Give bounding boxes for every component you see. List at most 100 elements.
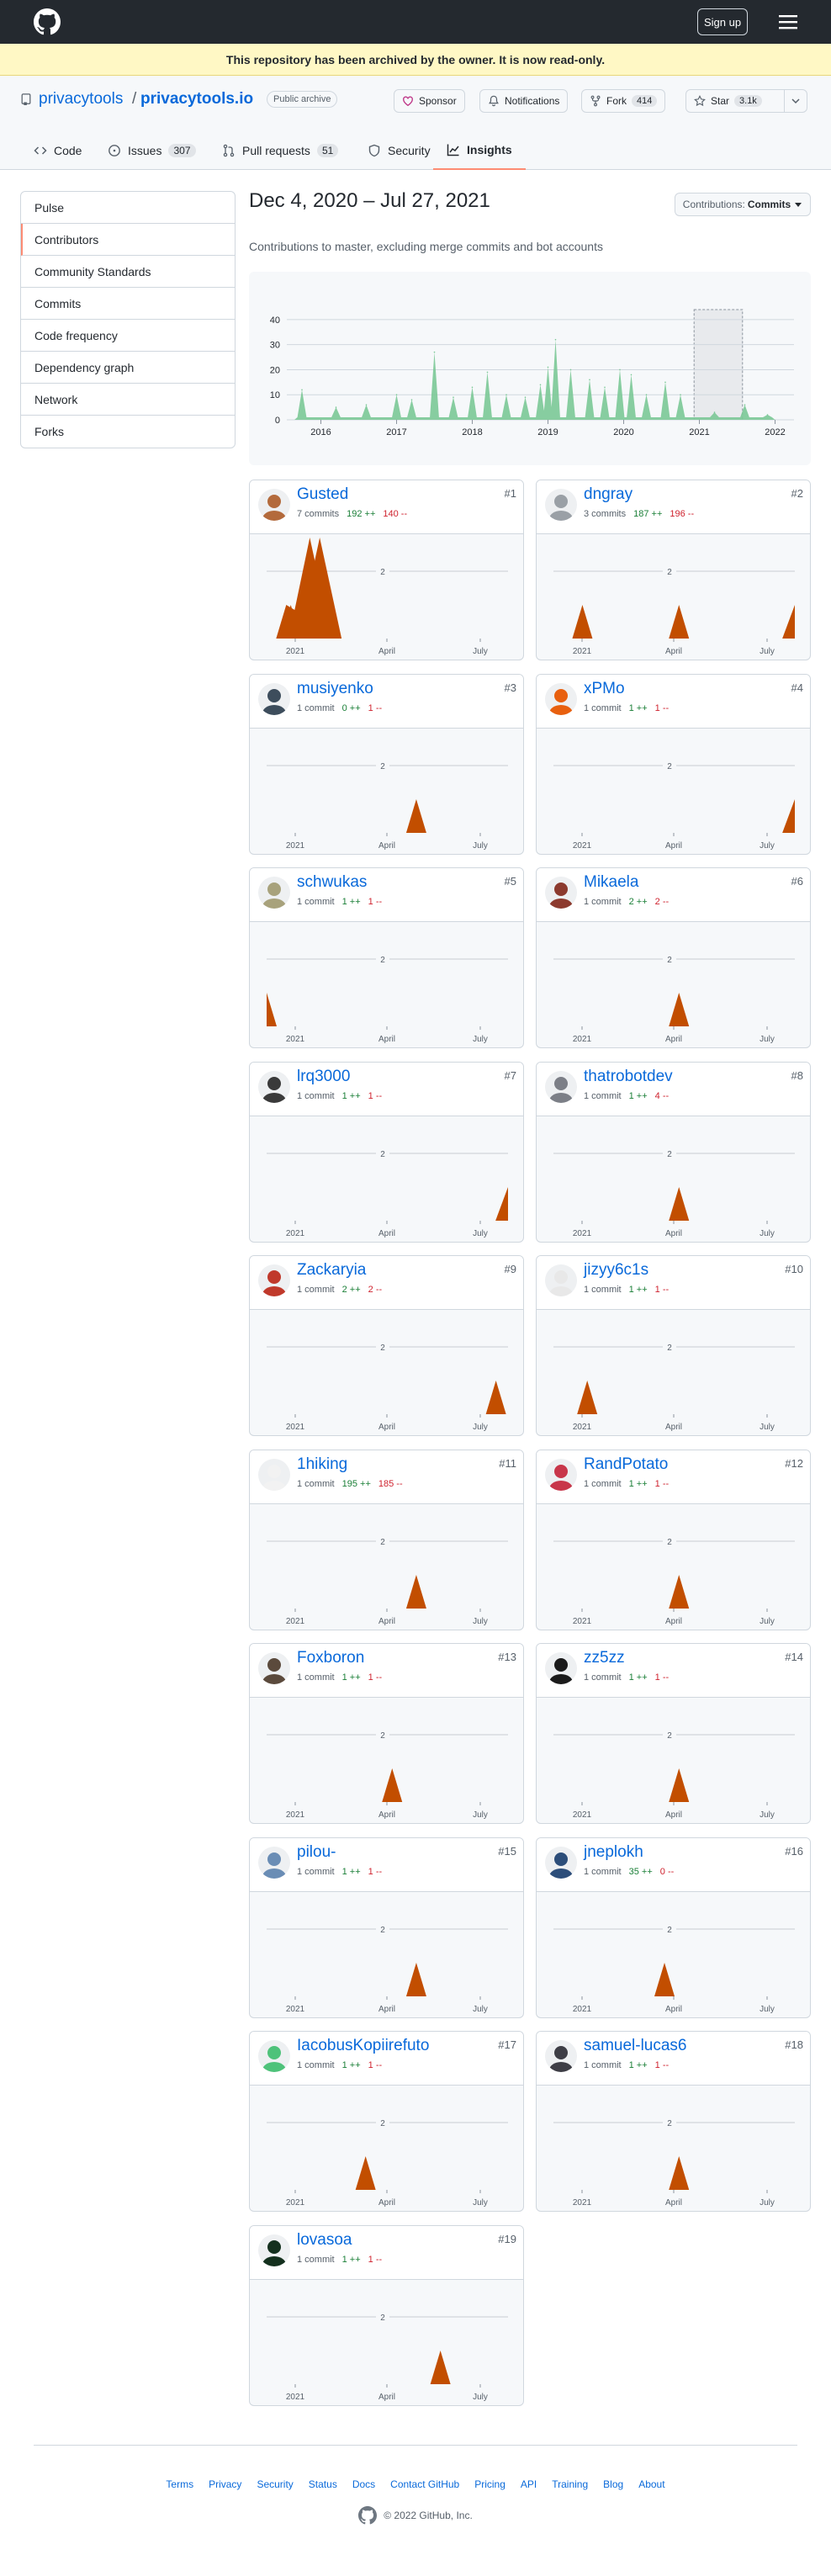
contributor-activity-chart[interactable]: 2 2021 April July [537, 1504, 810, 1630]
avatar[interactable] [545, 877, 577, 909]
contributor-name-link[interactable]: thatrobotdev [584, 1068, 673, 1086]
fork-button[interactable]: Fork 414 [581, 89, 666, 113]
footer-link-pricing[interactable]: Pricing [474, 2478, 505, 2490]
notifications-button[interactable]: Notifications [479, 89, 569, 113]
avatar[interactable] [258, 1458, 290, 1491]
contributor-activity-chart[interactable]: 2 2021 April July [250, 1504, 523, 1630]
avatar[interactable] [258, 877, 290, 909]
commit-count-link[interactable]: 1 commit [584, 1479, 622, 1489]
tab-insights[interactable]: Insights [433, 131, 526, 170]
avatar[interactable] [258, 1652, 290, 1684]
sidebar-item-pulse[interactable]: Pulse [21, 192, 235, 224]
commit-count-link[interactable]: 1 commit [584, 703, 622, 713]
commit-count-link[interactable]: 3 commits [584, 509, 626, 519]
contributor-name-link[interactable]: musiyenko [297, 680, 373, 698]
repo-name-link[interactable]: privacytools.io [140, 90, 253, 109]
contributor-activity-chart[interactable]: 2 2021 April July [537, 1892, 810, 2018]
contributor-activity-chart[interactable]: 2 2021 April July [250, 2086, 523, 2212]
contributor-activity-chart[interactable]: 2 2021 April July [250, 1116, 523, 1243]
star-list-dropdown[interactable] [784, 89, 807, 113]
avatar[interactable] [258, 1264, 290, 1296]
avatar[interactable] [545, 1264, 577, 1296]
github-logo-icon[interactable] [34, 8, 61, 35]
footer-link-api[interactable]: API [521, 2478, 537, 2490]
contributor-name-link[interactable]: jneplokh [584, 1843, 643, 1862]
avatar[interactable] [545, 1458, 577, 1491]
avatar[interactable] [258, 682, 290, 715]
contributor-activity-chart[interactable]: 2 2021 April July [537, 1310, 810, 1436]
contributor-activity-chart[interactable]: 2 2021 April July [250, 922, 523, 1048]
contributor-activity-chart[interactable]: 2 2021 April July [537, 1116, 810, 1243]
footer-link-contact[interactable]: Contact GitHub [390, 2478, 459, 2490]
commit-count-link[interactable]: 1 commit [297, 703, 335, 713]
contributor-name-link[interactable]: schwukas [297, 873, 367, 892]
star-button[interactable]: Star 3.1k [685, 89, 785, 113]
commit-count-link[interactable]: 1 commit [584, 1285, 622, 1295]
avatar[interactable] [258, 2040, 290, 2072]
avatar[interactable] [545, 682, 577, 715]
sidebar-item-contributors[interactable]: Contributors [21, 224, 235, 256]
commit-count-link[interactable]: 1 commit [297, 2255, 335, 2265]
contributor-name-link[interactable]: Zackaryia [297, 1261, 366, 1280]
contributor-name-link[interactable]: xPMo [584, 680, 625, 698]
contributor-activity-chart[interactable]: 2 2021 April July [537, 1698, 810, 1824]
footer-link-security[interactable]: Security [257, 2478, 293, 2490]
commit-count-link[interactable]: 1 commit [584, 1091, 622, 1101]
avatar[interactable] [258, 1846, 290, 1879]
contributor-name-link[interactable]: Mikaela [584, 873, 638, 892]
avatar[interactable] [545, 2040, 577, 2072]
contributor-name-link[interactable]: RandPotato [584, 1455, 668, 1474]
contributor-activity-chart[interactable]: 2 2021 April July [250, 534, 523, 660]
commit-count-link[interactable]: 1 commit [297, 1672, 335, 1683]
commit-count-link[interactable]: 7 commits [297, 509, 339, 519]
sidebar-item-dependency-graph[interactable]: Dependency graph [21, 352, 235, 384]
contributor-activity-chart[interactable]: 2 2021 April July [250, 729, 523, 855]
footer-link-docs[interactable]: Docs [352, 2478, 375, 2490]
sponsor-button[interactable]: Sponsor [394, 89, 465, 113]
contributor-name-link[interactable]: zz5zz [584, 1649, 625, 1667]
main-chart-svg[interactable]: 0 10 20 30 40 2016 2017 2018 2019 2020 2021 2022 [249, 272, 811, 465]
avatar[interactable] [545, 1070, 577, 1103]
avatar[interactable] [258, 1070, 290, 1103]
contributor-name-link[interactable]: dngray [584, 485, 633, 504]
contributor-activity-chart[interactable]: 2 2021 April July [537, 534, 810, 660]
contributor-name-link[interactable]: lovasoa [297, 2231, 352, 2250]
contributor-name-link[interactable]: lrq3000 [297, 1068, 350, 1086]
contributor-activity-chart[interactable]: 2 2021 April July [250, 1892, 523, 2018]
contributor-name-link[interactable]: pilou- [297, 1843, 336, 1862]
commit-count-link[interactable]: 1 commit [297, 1867, 335, 1877]
contributor-name-link[interactable]: samuel-lucas6 [584, 2037, 687, 2055]
tab-pull-requests[interactable]: Pull requests 51 [222, 131, 339, 170]
footer-link-blog[interactable]: Blog [603, 2478, 623, 2490]
contributor-name-link[interactable]: Gusted [297, 485, 348, 504]
repo-owner-link[interactable]: privacytools [39, 90, 123, 109]
commit-count-link[interactable]: 1 commit [297, 897, 335, 907]
contributor-activity-chart[interactable]: 2 2021 April July [250, 1310, 523, 1436]
selected-range-highlight[interactable] [693, 309, 744, 421]
commit-count-link[interactable]: 1 commit [584, 1672, 622, 1683]
commit-count-link[interactable]: 1 commit [584, 1867, 622, 1877]
contributor-name-link[interactable]: Foxboron [297, 1649, 364, 1667]
footer-link-about[interactable]: About [638, 2478, 664, 2490]
footer-link-training[interactable]: Training [552, 2478, 588, 2490]
contributor-activity-chart[interactable]: 2 2021 April July [537, 922, 810, 1048]
tab-issues[interactable]: Issues 307 [108, 131, 196, 170]
sidebar-item-commits[interactable]: Commits [21, 288, 235, 320]
contributor-name-link[interactable]: jizyy6c1s [584, 1261, 648, 1280]
hamburger-menu-icon[interactable] [777, 12, 799, 32]
commit-count-link[interactable]: 1 commit [584, 897, 622, 907]
avatar[interactable] [258, 489, 290, 521]
sidebar-item-forks[interactable]: Forks [21, 416, 235, 448]
sidebar-item-code-frequency[interactable]: Code frequency [21, 320, 235, 352]
avatar[interactable] [258, 2234, 290, 2266]
commit-count-link[interactable]: 1 commit [297, 2060, 335, 2070]
contributor-name-link[interactable]: 1hiking [297, 1455, 347, 1474]
sign-up-button[interactable]: Sign up [697, 8, 748, 35]
contributions-type-dropdown[interactable]: Contributions: Commits [675, 193, 811, 216]
contributor-activity-chart[interactable]: 2 2021 April July [537, 2086, 810, 2212]
contributor-activity-chart[interactable]: 2 2021 April July [250, 1698, 523, 1824]
footer-link-terms[interactable]: Terms [166, 2478, 193, 2490]
commit-count-link[interactable]: 1 commit [297, 1479, 335, 1489]
avatar[interactable] [545, 1652, 577, 1684]
avatar[interactable] [545, 489, 577, 521]
